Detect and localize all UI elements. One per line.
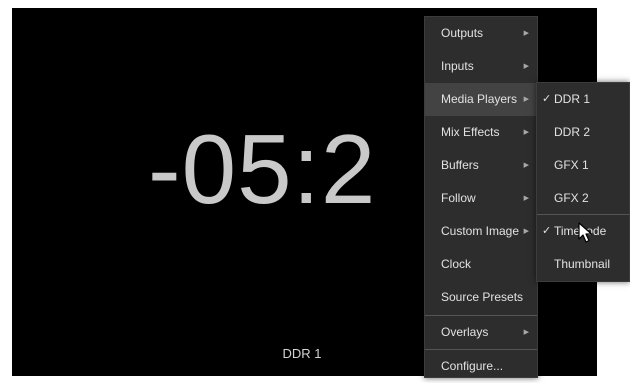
menu-item-label: Inputs bbox=[441, 59, 474, 73]
submenu-item-ddr2[interactable]: DDR 2 bbox=[537, 116, 629, 149]
menu-item-buffers[interactable]: Buffers ▶ bbox=[425, 149, 537, 182]
submenu-item-label: DDR 1 bbox=[554, 92, 591, 106]
menu-item-label: Clock bbox=[441, 257, 472, 271]
submenu-arrow-icon: ▶ bbox=[523, 329, 529, 336]
source-label: DDR 1 bbox=[282, 346, 322, 361]
menu-item-mix-effects[interactable]: Mix Effects ▶ bbox=[425, 116, 537, 149]
submenu-item-ddr1[interactable]: ✓ DDR 1 bbox=[537, 83, 629, 116]
checkmark-icon: ✓ bbox=[542, 225, 552, 237]
submenu-item-gfx2[interactable]: GFX 2 bbox=[537, 182, 629, 215]
menu-item-label: Media Players bbox=[441, 92, 518, 106]
menu-item-label: Outputs bbox=[441, 26, 484, 40]
menu-item-source-presets[interactable]: Source Presets bbox=[425, 281, 537, 314]
submenu-arrow-icon: ▶ bbox=[523, 228, 529, 235]
media-players-submenu: ✓ DDR 1 DDR 2 GFX 1 GFX 2 ✓ Timecode Thu… bbox=[536, 82, 630, 282]
submenu-arrow-icon: ▶ bbox=[523, 30, 529, 37]
mouse-cursor-icon bbox=[578, 222, 593, 243]
submenu-item-label: GFX 1 bbox=[554, 158, 589, 172]
menu-item-media-players[interactable]: Media Players ▶ bbox=[425, 83, 537, 116]
submenu-arrow-icon: ▶ bbox=[523, 129, 529, 136]
menu-item-label: Buffers bbox=[441, 158, 479, 172]
submenu-item-gfx1[interactable]: GFX 1 bbox=[537, 149, 629, 182]
submenu-item-label: DDR 2 bbox=[554, 125, 591, 139]
menu-item-follow[interactable]: Follow ▶ bbox=[425, 182, 537, 215]
menu-item-label: Follow bbox=[441, 191, 476, 205]
submenu-item-thumbnail[interactable]: Thumbnail bbox=[537, 248, 629, 281]
menu-item-custom-image[interactable]: Custom Image ▶ bbox=[425, 215, 537, 248]
menu-item-clock[interactable]: Clock bbox=[425, 248, 537, 281]
menu-item-label: Configure... bbox=[441, 359, 504, 373]
context-menu: Outputs ▶ Inputs ▶ Media Players ▶ Mix E… bbox=[424, 16, 538, 378]
menu-item-label: Source Presets bbox=[441, 290, 524, 304]
submenu-arrow-icon: ▶ bbox=[523, 63, 529, 70]
submenu-arrow-icon: ▶ bbox=[523, 195, 529, 202]
menu-item-outputs[interactable]: Outputs ▶ bbox=[425, 17, 537, 50]
timecode-display: -05:2 bbox=[148, 114, 377, 224]
submenu-item-label: GFX 2 bbox=[554, 191, 589, 205]
menu-item-inputs[interactable]: Inputs ▶ bbox=[425, 50, 537, 83]
menu-item-configure[interactable]: Configure... bbox=[425, 350, 537, 383]
menu-item-label: Custom Image bbox=[441, 224, 520, 238]
menu-item-label: Mix Effects bbox=[441, 125, 500, 139]
menu-item-label: Overlays bbox=[441, 325, 489, 339]
menu-item-overlays[interactable]: Overlays ▶ bbox=[425, 316, 537, 349]
submenu-item-label: Thumbnail bbox=[554, 257, 611, 271]
submenu-arrow-icon: ▶ bbox=[523, 96, 529, 103]
submenu-arrow-icon: ▶ bbox=[523, 162, 529, 169]
checkmark-icon: ✓ bbox=[542, 93, 552, 105]
